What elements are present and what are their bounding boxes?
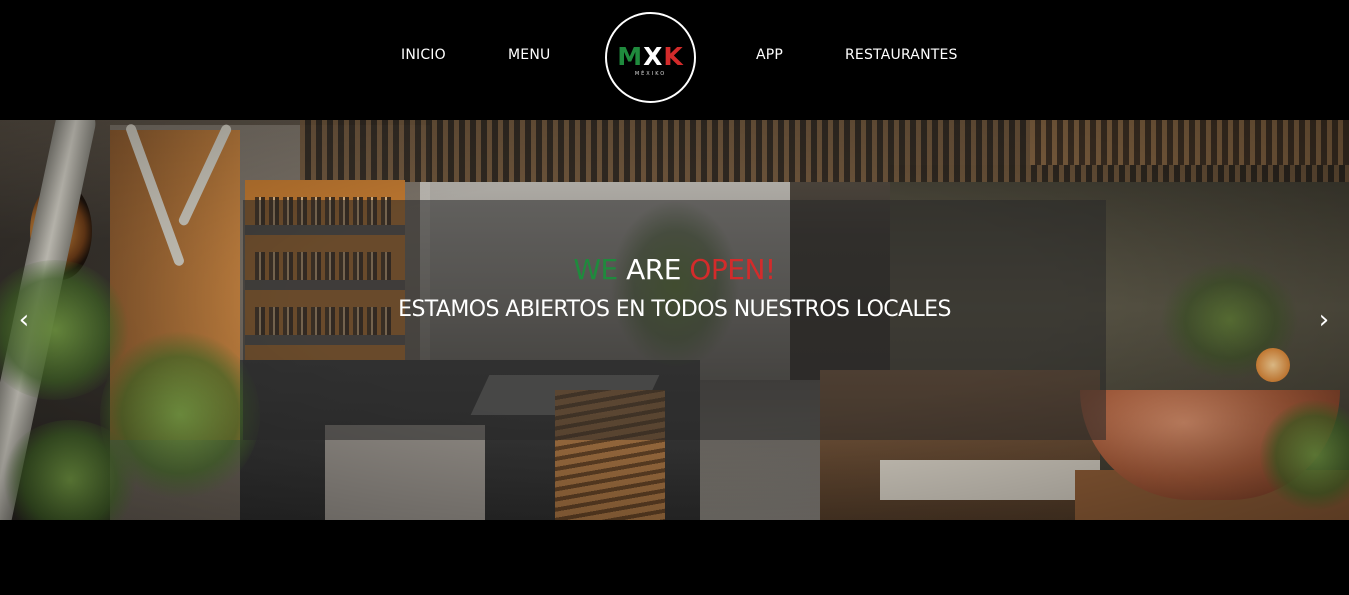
logo-letter-x: X — [643, 42, 664, 71]
hero-headline: WE ARE OPEN! — [243, 254, 1106, 286]
slider-prev-arrow-icon[interactable]: ‹ — [14, 306, 34, 334]
mxk-logo[interactable]: MXK MÉXIKO — [605, 12, 696, 103]
headline-word-we: WE — [573, 253, 618, 286]
hero-subheadline: ESTAMOS ABIERTOS EN TODOS NUESTROS LOCAL… — [398, 297, 951, 322]
site-header: INICIO MENU MXK MÉXIKO APP RESTAURANTES — [0, 0, 1349, 120]
nav-restaurantes[interactable]: RESTAURANTES — [845, 47, 958, 63]
logo-letters: MXK — [617, 44, 684, 69]
logo-subtitle: MÉXIKO — [634, 71, 667, 77]
nav-inicio[interactable]: INICIO — [401, 47, 446, 63]
slider-next-arrow-icon[interactable]: › — [1314, 306, 1334, 334]
logo-letter-k: K — [663, 42, 684, 71]
logo-letter-m: M — [617, 42, 644, 71]
headline-word-are: ARE — [626, 253, 681, 286]
headline-word-open: OPEN! — [689, 253, 776, 286]
nav-menu[interactable]: MENU — [508, 47, 550, 63]
nav-app[interactable]: APP — [756, 47, 783, 63]
